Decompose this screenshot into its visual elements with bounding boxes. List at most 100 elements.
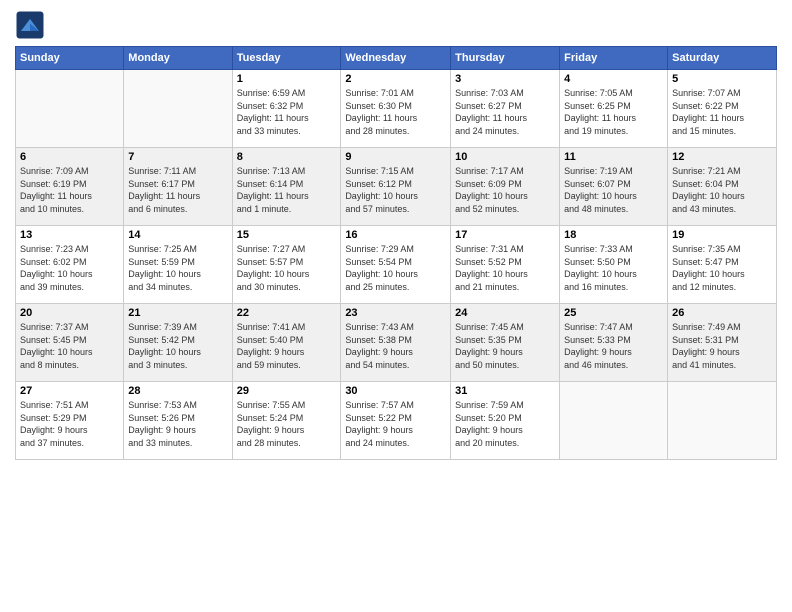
day-number: 23 bbox=[345, 307, 446, 319]
day-number: 18 bbox=[564, 229, 663, 241]
day-cell: 4 Sunrise: 7:05 AM Sunset: 6:25 PM Daylig… bbox=[560, 70, 668, 148]
calendar-header: SundayMondayTuesdayWednesdayThursdayFrid… bbox=[16, 47, 777, 70]
header-cell-wednesday: Wednesday bbox=[341, 47, 451, 70]
day-info: Sunrise: 7:19 AM Sunset: 6:07 PM Dayligh… bbox=[564, 165, 663, 215]
day-info: Sunrise: 7:41 AM Sunset: 5:40 PM Dayligh… bbox=[237, 321, 337, 371]
calendar-table: SundayMondayTuesdayWednesdayThursdayFrid… bbox=[15, 46, 777, 460]
day-info: Sunrise: 7:03 AM Sunset: 6:27 PM Dayligh… bbox=[455, 87, 555, 137]
day-number: 27 bbox=[20, 385, 119, 397]
day-number: 16 bbox=[345, 229, 446, 241]
day-cell bbox=[124, 70, 232, 148]
day-number: 24 bbox=[455, 307, 555, 319]
day-info: Sunrise: 7:17 AM Sunset: 6:09 PM Dayligh… bbox=[455, 165, 555, 215]
day-number: 22 bbox=[237, 307, 337, 319]
day-cell: 14 Sunrise: 7:25 AM Sunset: 5:59 PM Dayli… bbox=[124, 226, 232, 304]
day-cell: 21 Sunrise: 7:39 AM Sunset: 5:42 PM Dayli… bbox=[124, 304, 232, 382]
day-info: Sunrise: 7:39 AM Sunset: 5:42 PM Dayligh… bbox=[128, 321, 227, 371]
day-info: Sunrise: 7:01 AM Sunset: 6:30 PM Dayligh… bbox=[345, 87, 446, 137]
header-row: SundayMondayTuesdayWednesdayThursdayFrid… bbox=[16, 47, 777, 70]
day-cell: 18 Sunrise: 7:33 AM Sunset: 5:50 PM Dayli… bbox=[560, 226, 668, 304]
day-info: Sunrise: 7:27 AM Sunset: 5:57 PM Dayligh… bbox=[237, 243, 337, 293]
header-cell-tuesday: Tuesday bbox=[232, 47, 341, 70]
day-cell: 13 Sunrise: 7:23 AM Sunset: 6:02 PM Dayli… bbox=[16, 226, 124, 304]
day-cell: 20 Sunrise: 7:37 AM Sunset: 5:45 PM Dayli… bbox=[16, 304, 124, 382]
day-cell: 8Sunrise: 7:13 AM Sunset: 6:14 PM Daylig… bbox=[232, 148, 341, 226]
week-row-3: 20 Sunrise: 7:37 AM Sunset: 5:45 PM Dayli… bbox=[16, 304, 777, 382]
day-cell: 9Sunrise: 7:15 AM Sunset: 6:12 PM Daylig… bbox=[341, 148, 451, 226]
day-number: 10 bbox=[455, 151, 555, 163]
day-info: Sunrise: 7:47 AM Sunset: 5:33 PM Dayligh… bbox=[564, 321, 663, 371]
day-number: 3 bbox=[455, 73, 555, 85]
day-info: Sunrise: 7:29 AM Sunset: 5:54 PM Dayligh… bbox=[345, 243, 446, 293]
day-number: 14 bbox=[128, 229, 227, 241]
day-number: 30 bbox=[345, 385, 446, 397]
day-info: Sunrise: 7:25 AM Sunset: 5:59 PM Dayligh… bbox=[128, 243, 227, 293]
week-row-0: 1Sunrise: 6:59 AM Sunset: 6:32 PM Daylig… bbox=[16, 70, 777, 148]
day-number: 17 bbox=[455, 229, 555, 241]
day-cell: 26 Sunrise: 7:49 AM Sunset: 5:31 PM Dayli… bbox=[668, 304, 777, 382]
day-info: Sunrise: 7:31 AM Sunset: 5:52 PM Dayligh… bbox=[455, 243, 555, 293]
day-number: 29 bbox=[237, 385, 337, 397]
header-cell-sunday: Sunday bbox=[16, 47, 124, 70]
day-cell: 2 Sunrise: 7:01 AM Sunset: 6:30 PM Daylig… bbox=[341, 70, 451, 148]
day-number: 15 bbox=[237, 229, 337, 241]
day-number: 9 bbox=[345, 151, 446, 163]
day-number: 2 bbox=[345, 73, 446, 85]
day-cell: 27 Sunrise: 7:51 AM Sunset: 5:29 PM Dayli… bbox=[16, 382, 124, 460]
day-info: Sunrise: 7:49 AM Sunset: 5:31 PM Dayligh… bbox=[672, 321, 772, 371]
header-cell-saturday: Saturday bbox=[668, 47, 777, 70]
day-number: 31 bbox=[455, 385, 555, 397]
day-number: 25 bbox=[564, 307, 663, 319]
day-info: Sunrise: 7:59 AM Sunset: 5:20 PM Dayligh… bbox=[455, 399, 555, 449]
day-cell: 19Sunrise: 7:35 AM Sunset: 5:47 PM Dayli… bbox=[668, 226, 777, 304]
header-cell-thursday: Thursday bbox=[451, 47, 560, 70]
logo bbox=[15, 10, 49, 40]
day-number: 4 bbox=[564, 73, 663, 85]
day-number: 6 bbox=[20, 151, 119, 163]
day-cell bbox=[668, 382, 777, 460]
week-row-1: 6 Sunrise: 7:09 AM Sunset: 6:19 PM Daylig… bbox=[16, 148, 777, 226]
day-cell: 23 Sunrise: 7:43 AM Sunset: 5:38 PM Dayli… bbox=[341, 304, 451, 382]
day-cell bbox=[16, 70, 124, 148]
day-info: Sunrise: 7:37 AM Sunset: 5:45 PM Dayligh… bbox=[20, 321, 119, 371]
week-row-2: 13 Sunrise: 7:23 AM Sunset: 6:02 PM Dayli… bbox=[16, 226, 777, 304]
day-cell: 31 Sunrise: 7:59 AM Sunset: 5:20 PM Dayli… bbox=[451, 382, 560, 460]
day-number: 11 bbox=[564, 151, 663, 163]
day-number: 5 bbox=[672, 73, 772, 85]
day-number: 13 bbox=[20, 229, 119, 241]
day-info: Sunrise: 7:43 AM Sunset: 5:38 PM Dayligh… bbox=[345, 321, 446, 371]
logo-icon bbox=[15, 10, 45, 40]
day-cell: 25 Sunrise: 7:47 AM Sunset: 5:33 PM Dayli… bbox=[560, 304, 668, 382]
day-cell: 17 Sunrise: 7:31 AM Sunset: 5:52 PM Dayli… bbox=[451, 226, 560, 304]
day-info: Sunrise: 7:57 AM Sunset: 5:22 PM Dayligh… bbox=[345, 399, 446, 449]
day-info: Sunrise: 7:21 AM Sunset: 6:04 PM Dayligh… bbox=[672, 165, 772, 215]
day-info: Sunrise: 7:23 AM Sunset: 6:02 PM Dayligh… bbox=[20, 243, 119, 293]
day-info: Sunrise: 7:09 AM Sunset: 6:19 PM Dayligh… bbox=[20, 165, 119, 215]
day-cell: 6 Sunrise: 7:09 AM Sunset: 6:19 PM Daylig… bbox=[16, 148, 124, 226]
day-number: 26 bbox=[672, 307, 772, 319]
day-number: 20 bbox=[20, 307, 119, 319]
day-cell: 3 Sunrise: 7:03 AM Sunset: 6:27 PM Daylig… bbox=[451, 70, 560, 148]
day-info: Sunrise: 6:59 AM Sunset: 6:32 PM Dayligh… bbox=[237, 87, 337, 137]
day-number: 19 bbox=[672, 229, 772, 241]
day-cell: 10 Sunrise: 7:17 AM Sunset: 6:09 PM Dayli… bbox=[451, 148, 560, 226]
header bbox=[15, 10, 777, 40]
day-info: Sunrise: 7:55 AM Sunset: 5:24 PM Dayligh… bbox=[237, 399, 337, 449]
day-cell: 28Sunrise: 7:53 AM Sunset: 5:26 PM Dayli… bbox=[124, 382, 232, 460]
day-info: Sunrise: 7:33 AM Sunset: 5:50 PM Dayligh… bbox=[564, 243, 663, 293]
day-info: Sunrise: 7:05 AM Sunset: 6:25 PM Dayligh… bbox=[564, 87, 663, 137]
day-number: 8 bbox=[237, 151, 337, 163]
day-info: Sunrise: 7:07 AM Sunset: 6:22 PM Dayligh… bbox=[672, 87, 772, 137]
day-cell bbox=[560, 382, 668, 460]
day-info: Sunrise: 7:51 AM Sunset: 5:29 PM Dayligh… bbox=[20, 399, 119, 449]
day-cell: 1Sunrise: 6:59 AM Sunset: 6:32 PM Daylig… bbox=[232, 70, 341, 148]
day-cell: 16 Sunrise: 7:29 AM Sunset: 5:54 PM Dayli… bbox=[341, 226, 451, 304]
day-cell: 24Sunrise: 7:45 AM Sunset: 5:35 PM Dayli… bbox=[451, 304, 560, 382]
day-number: 21 bbox=[128, 307, 227, 319]
week-row-4: 27 Sunrise: 7:51 AM Sunset: 5:29 PM Dayli… bbox=[16, 382, 777, 460]
day-cell: 15 Sunrise: 7:27 AM Sunset: 5:57 PM Dayli… bbox=[232, 226, 341, 304]
header-cell-monday: Monday bbox=[124, 47, 232, 70]
day-number: 28 bbox=[128, 385, 227, 397]
day-cell: 12Sunrise: 7:21 AM Sunset: 6:04 PM Dayli… bbox=[668, 148, 777, 226]
page-container: SundayMondayTuesdayWednesdayThursdayFrid… bbox=[0, 0, 792, 470]
